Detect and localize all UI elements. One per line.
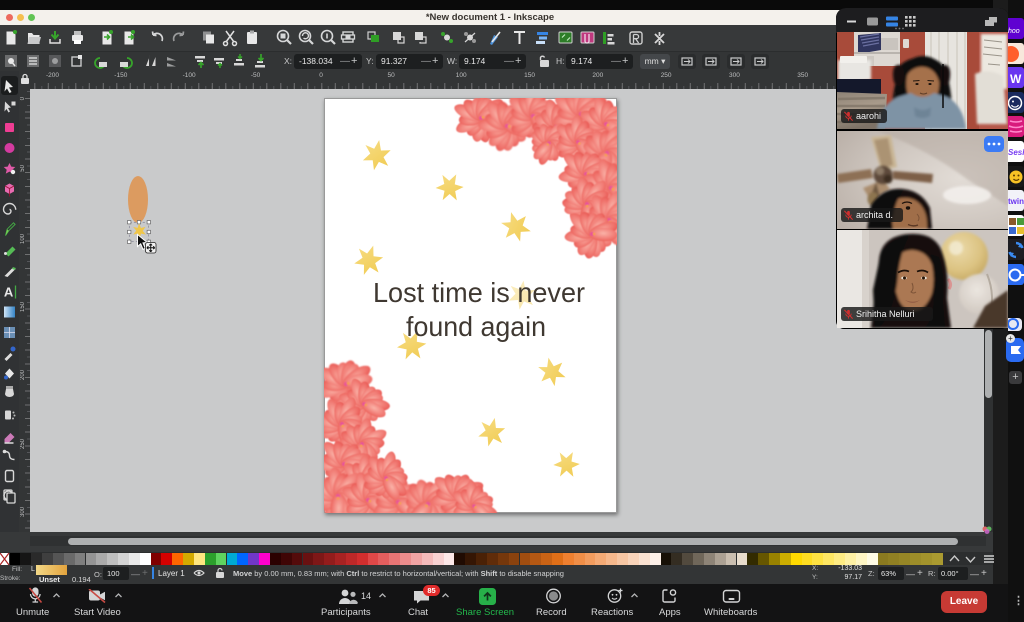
svg-text:twin: twin: [1008, 197, 1024, 206]
svg-text:hoo: hoo: [1008, 28, 1020, 35]
svg-text:Lost time is never: Lost time is never: [373, 277, 585, 308]
svg-text:Sesh: Sesh: [1008, 148, 1024, 157]
svg-text:found again: found again: [406, 311, 546, 342]
svg-text:A: A: [4, 285, 14, 300]
svg-text:W: W: [1010, 72, 1022, 86]
